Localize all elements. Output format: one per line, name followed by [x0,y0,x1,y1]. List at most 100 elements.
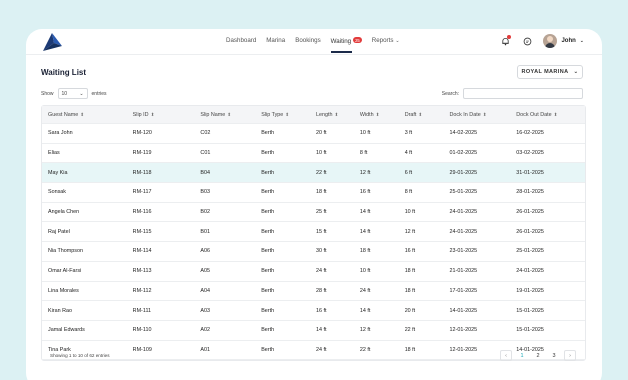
table-cell: C02 [200,130,211,137]
table-cell: 15-01-2025 [516,327,544,334]
column-header[interactable]: Dock In Date ⬍ [444,112,511,118]
table-row[interactable]: Nia Thompson RM-114 A06 Berth 30 ft 18 ft 16 f… [42,242,585,262]
notification-button[interactable] [499,35,512,47]
header-actions: John ⌄ [499,34,584,48]
table-cell: 25-01-2025 [449,189,478,196]
table-cell: Omar Al-Farsi [48,268,82,275]
sort-icon[interactable]: ⬍ [80,112,84,117]
sort-icon[interactable]: ⬍ [151,112,155,117]
sort-icon[interactable]: ⬍ [335,112,339,117]
table-cell: 18 ft [404,268,416,275]
table-cell: Berth [261,327,275,334]
table-cell: 01-02-2025 [449,150,478,157]
nav-bookings[interactable]: Bookings [295,37,320,45]
table-cell: 25-01-2025 [516,248,544,255]
notification-dot [507,35,512,39]
top-navbar: Dashboard Marina Bookings Waiting 25 Repo… [26,29,602,55]
table-cell: 16-02-2025 [516,130,544,137]
column-header[interactable]: Slip Type ⬍ [255,112,310,118]
column-header-label: Length [316,111,333,118]
marina-select[interactable]: ROYAL MARINA ⌄ [517,65,583,79]
table-cell: 6 ft [404,169,413,176]
table-row[interactable]: Angela Chen RM-116 B02 Berth 25 ft 14 ft 10 ft… [42,203,585,223]
page-button-3[interactable]: 3 [548,350,560,361]
table-cell: 12 ft [359,327,371,334]
table-cell: 26-01-2025 [516,209,544,216]
table-cell: 8 ft [404,189,413,196]
table-cell: 21-01-2025 [449,268,478,275]
sort-icon[interactable]: ⬍ [376,112,380,117]
table-row[interactable]: May Kia RM-118 B04 Berth 22 ft 12 ft 6 ft 29-01… [42,163,585,184]
marina-logo-icon[interactable] [40,29,64,53]
entries-info: Showing 1 to 10 of 62 entries [50,353,110,358]
table-cell: 23-01-2025 [449,248,478,255]
main-content: Waiting List ROYAL MARINA ⌄ Show 10 ⌄ en… [41,55,587,362]
user-menu[interactable]: John ⌄ [543,34,584,48]
column-header-label: Dock In Date [449,111,481,118]
table-cell: 10 ft [359,130,371,137]
table-cell: RM-113 [132,268,152,275]
table-row[interactable]: Raj Patel RM-115 B01 Berth 15 ft 14 ft 12 ft 24… [42,222,585,243]
table-cell: RM-114 [132,248,152,255]
nav-reports[interactable]: Reports ⌄ [372,37,400,45]
table-cell: B01 [200,228,211,235]
prev-page-button[interactable]: ‹ [500,350,512,361]
next-page-button[interactable]: › [564,350,576,361]
table-cell: Berth [261,307,275,314]
entries-select[interactable]: 10 ⌄ [57,88,88,99]
column-header[interactable]: Dock Out Date ⬍ [510,112,585,118]
nav-waiting[interactable]: Waiting 25 [330,37,362,52]
table-row[interactable]: Kiran Rao RM-111 A03 Berth 16 ft 14 ft 20 ft 14… [42,301,585,321]
table-row[interactable]: Sara John RM-120 C02 Berth 20 ft 10 ft 3 ft 14-… [42,124,585,144]
search-input[interactable] [463,88,583,99]
table-cell: A05 [200,268,211,275]
table-cell: 30 ft [316,248,327,255]
table-row[interactable]: Sonsak RM-117 B03 Berth 18 ft 16 ft 8 ft 25-01-… [42,183,585,203]
messages-button[interactable] [521,35,533,47]
column-header[interactable]: Guest Name ⬍ [42,112,127,118]
table-row[interactable]: Jamal Edwards RM-110 A02 Berth 14 ft 12 ft 22 … [42,321,585,341]
table-cell: Nia Thompson [48,248,83,255]
main-nav: Dashboard Marina Bookings Waiting 25 Repo… [226,37,400,52]
page-button-1[interactable]: 1 [516,350,528,361]
sort-icon[interactable]: ⬍ [285,112,289,117]
column-header[interactable]: Slip ID ⬍ [127,112,195,118]
column-header[interactable]: Length ⬍ [310,112,354,118]
sort-icon[interactable]: ⬍ [227,112,231,117]
table-cell: 8 ft [359,150,368,157]
table-cell: 20 ft [316,130,327,137]
table-cell: 28-01-2025 [516,189,544,196]
table-cell: 14 ft [316,327,327,334]
column-header[interactable]: Width ⬍ [354,112,399,118]
table-cell: Lina Morales [48,287,79,294]
page-title: Waiting List [41,68,87,77]
table-cell: RM-111 [132,307,152,314]
table-cell: 29-01-2025 [449,169,478,176]
table-cell: Jamal Edwards [48,327,85,334]
column-header-label: Draft [404,111,417,118]
table-cell: 28 ft [316,287,327,294]
table-cell: Elias [48,150,60,157]
page-button-2[interactable]: 2 [532,350,544,361]
sort-icon[interactable]: ⬍ [418,112,422,117]
sort-icon[interactable]: ⬍ [554,112,558,117]
table-cell: 14 ft [359,307,371,314]
sort-icon[interactable]: ⬍ [483,112,487,117]
table-cell: Berth [261,130,275,137]
column-header[interactable]: Draft ⬍ [399,112,444,118]
column-header[interactable]: Slip Name ⬍ [194,112,255,118]
table-cell: 18 ft [359,248,371,255]
table-cell: 14 ft [359,209,371,216]
table-row[interactable]: Elias RM-119 C01 Berth 10 ft 8 ft 4 ft 01-02-20… [42,144,585,164]
column-header-label: Dock Out Date [516,111,552,118]
table-cell: B03 [200,189,211,196]
nav-dashboard[interactable]: Dashboard [226,37,256,45]
table-cell: Angela Chen [48,209,80,216]
table-cell: Berth [261,228,275,235]
waiting-count-badge: 25 [353,37,362,43]
table-controls: Show 10 ⌄ entries Search: [41,85,587,101]
table-row[interactable]: Lina Morales RM-112 A04 Berth 28 ft 24 ft 18 f… [42,282,585,302]
table-cell: 12 ft [404,228,416,235]
nav-marina[interactable]: Marina [266,37,285,45]
table-row[interactable]: Omar Al-Farsi RM-113 A05 Berth 24 ft 10 ft 18 … [42,262,585,282]
